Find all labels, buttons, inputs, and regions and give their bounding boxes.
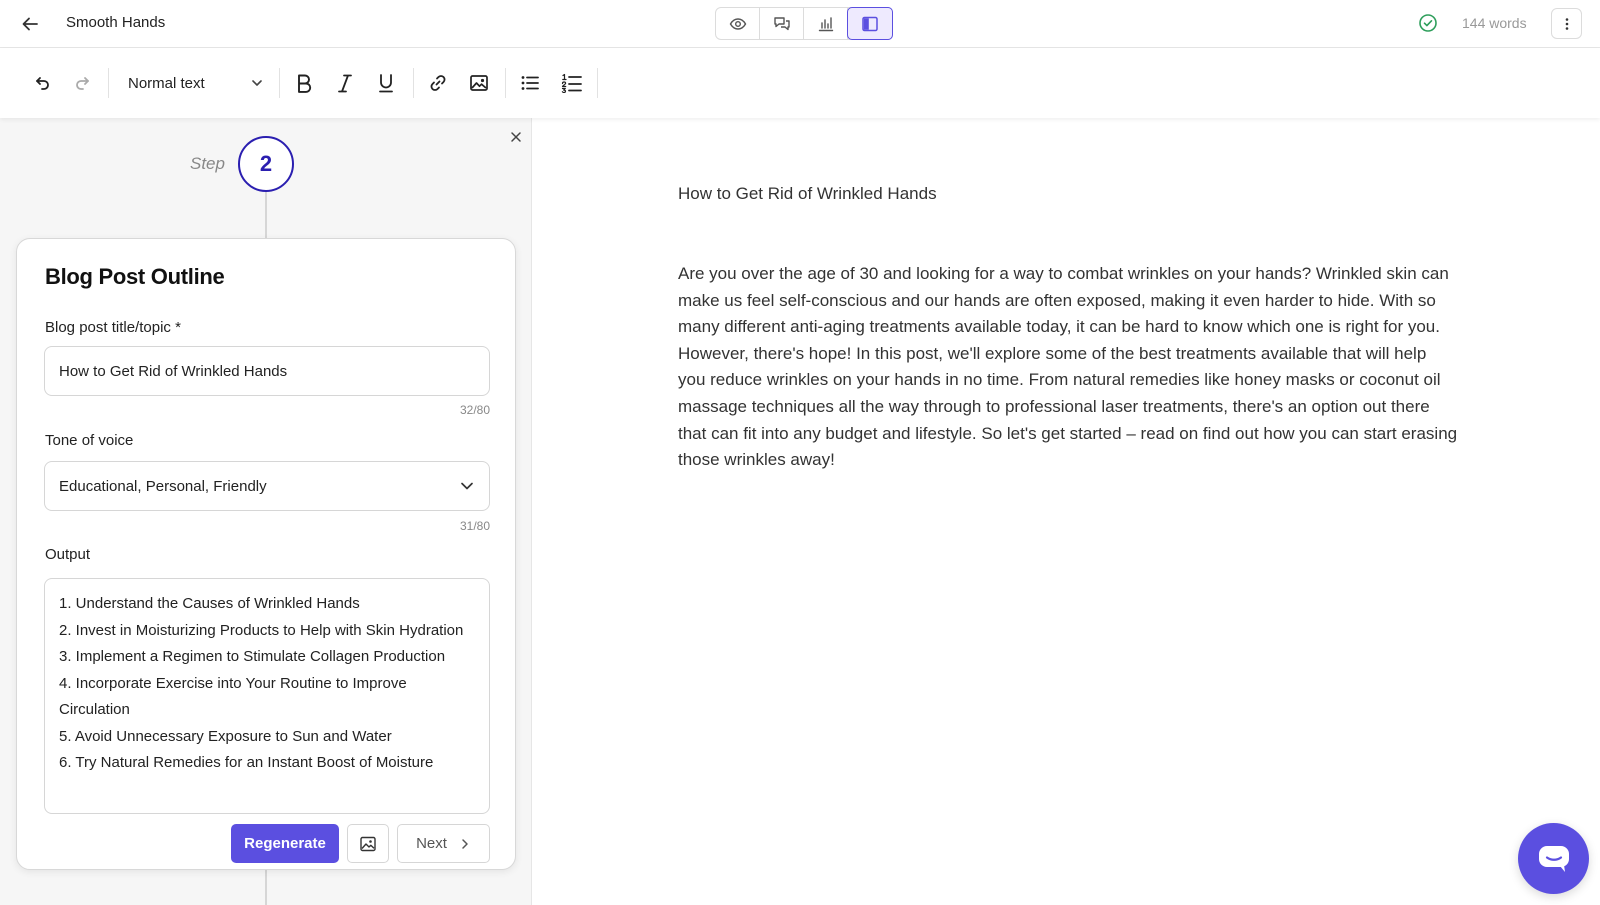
more-options-button[interactable]: [1551, 8, 1582, 39]
blog-outline-card: Blog Post Outline Blog post title/topic …: [16, 238, 516, 870]
step-connector: [265, 870, 267, 905]
document-heading[interactable]: How to Get Rid of Wrinkled Hands: [678, 184, 937, 204]
bold-icon: [298, 74, 312, 93]
saved-check-icon: [1418, 13, 1438, 33]
underline-button[interactable]: [370, 68, 402, 98]
workflow-panel: Step 2 Blog Post Outline Blog post title…: [0, 118, 532, 905]
outline-item: 6. Try Natural Remedies for an Instant B…: [59, 754, 434, 771]
italic-icon: [338, 74, 352, 93]
outline-item: 1. Understand the Causes of Wrinkled Han…: [59, 595, 360, 612]
generate-image-button[interactable]: [347, 824, 389, 863]
tone-of-voice-select[interactable]: Educational, Personal, Friendly: [44, 461, 490, 511]
blog-title-input[interactable]: How to Get Rid of Wrinkled Hands: [44, 346, 490, 396]
output-label: Output: [45, 546, 91, 563]
underline-icon: [379, 74, 393, 93]
chevron-right-icon: [462, 838, 468, 849]
support-chat-button[interactable]: [1518, 823, 1589, 894]
link-icon: [430, 75, 446, 91]
title-char-counter: 32/80: [459, 403, 490, 417]
step-connector: [265, 192, 267, 238]
chevron-down-icon: [461, 482, 473, 490]
link-button[interactable]: [422, 68, 454, 98]
sidebar-toggle-button[interactable]: [847, 7, 893, 40]
outline-item: 3. Implement a Regimen to Stimulate Coll…: [59, 648, 446, 665]
top-bar: Smooth Hands 144 words: [0, 0, 1600, 48]
back-button[interactable]: [16, 10, 44, 38]
image-icon: [470, 75, 488, 91]
eye-icon: [729, 17, 746, 30]
text-style-dropdown[interactable]: Normal text: [124, 68, 264, 98]
toolbar-divider: [108, 68, 109, 98]
word-count: 144 words: [1462, 15, 1527, 31]
chat-icon: [1538, 845, 1569, 872]
comments-button[interactable]: [760, 8, 804, 39]
card-title: Blog Post Outline: [45, 264, 225, 289]
tone-field-label: Tone of voice: [45, 432, 134, 449]
numbered-list-button[interactable]: [556, 68, 588, 98]
text-style-value: Normal text: [128, 74, 205, 92]
toolbar-divider: [505, 68, 506, 98]
bold-button[interactable]: [288, 68, 320, 98]
regenerate-button[interactable]: Regenerate: [231, 824, 339, 863]
editor-area[interactable]: How to Get Rid of Wrinkled Hands Are you…: [533, 118, 1600, 905]
close-icon: [511, 132, 521, 142]
numbered-list-icon: [561, 73, 582, 93]
output-textarea[interactable]: 1. Understand the Causes of Wrinkled Han…: [44, 578, 490, 814]
italic-button[interactable]: [329, 68, 361, 98]
next-step-button[interactable]: Next: [397, 824, 490, 863]
next-label: Next: [416, 835, 447, 852]
outline-item: 4. Incorporate Exercise into Your Routin…: [59, 674, 407, 719]
redo-icon: [76, 77, 89, 90]
bar-chart-icon: [818, 16, 833, 31]
outline-item: 2. Invest in Moisturizing Products to He…: [59, 621, 464, 639]
formatting-toolbar: Normal text: [0, 48, 1600, 118]
bullet-list-button[interactable]: [514, 68, 546, 98]
preview-button[interactable]: [716, 8, 760, 39]
chat-bubbles-icon: [773, 16, 790, 30]
tone-char-counter: 31/80: [459, 519, 490, 533]
toolbar-divider: [413, 68, 414, 98]
toolbar-divider: [597, 68, 598, 98]
undo-icon: [36, 77, 49, 90]
image-icon: [360, 836, 376, 851]
view-mode-group: [715, 7, 893, 40]
close-panel-button[interactable]: [505, 126, 527, 148]
document-title: Smooth Hands: [66, 14, 166, 31]
insert-image-button[interactable]: [463, 68, 495, 98]
step-number-badge: 2: [238, 136, 294, 192]
toolbar-divider: [279, 68, 280, 98]
document-body[interactable]: Are you over the age of 30 and looking f…: [678, 261, 1458, 474]
sidebar-panel-icon: [862, 16, 878, 31]
step-label: Step: [190, 154, 225, 173]
outline-item: 5. Avoid Unnecessary Exposure to Sun and…: [59, 727, 392, 745]
bullet-list-icon: [521, 76, 539, 90]
arrow-left-icon: [22, 17, 38, 31]
vertical-dots-icon: [1565, 17, 1568, 30]
chevron-down-icon: [252, 80, 262, 86]
undo-button[interactable]: [26, 68, 58, 98]
tone-value: Educational, Personal, Friendly: [59, 477, 267, 495]
title-field-label: Blog post title/topic *: [45, 319, 181, 336]
stats-button[interactable]: [804, 8, 848, 39]
redo-button[interactable]: [67, 68, 99, 98]
